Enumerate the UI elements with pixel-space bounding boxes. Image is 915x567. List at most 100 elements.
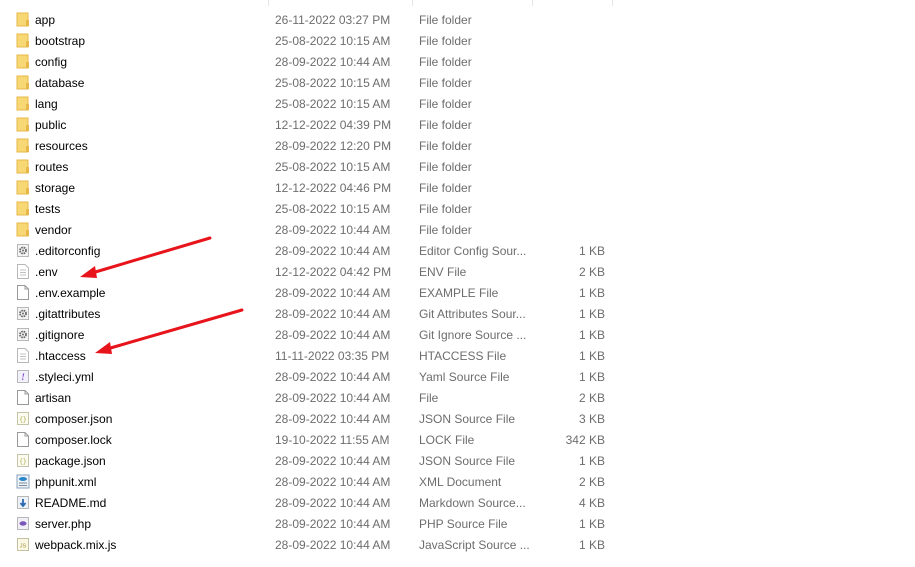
file-date-modified: 25-08-2022 10:15 AM — [275, 34, 391, 48]
file-row[interactable]: vendor 28-09-2022 10:44 AM File folder — [0, 219, 612, 240]
file-type: Editor Config Sour... — [419, 244, 527, 258]
file-row[interactable]: .env 12-12-2022 04:42 PM ENV File 2 KB — [0, 261, 612, 282]
file-row[interactable]: tests 25-08-2022 10:15 AM File folder — [0, 198, 612, 219]
column-divider-size[interactable] — [532, 0, 533, 6]
folder-icon — [16, 117, 30, 132]
file-type: JavaScript Source ... — [419, 538, 530, 552]
file-date-modified: 28-09-2022 10:44 AM — [275, 370, 391, 384]
file-date-modified: 28-09-2022 10:44 AM — [275, 517, 391, 531]
file-date-modified: 25-08-2022 10:15 AM — [275, 160, 391, 174]
file-size: 2 KB — [578, 475, 605, 489]
file-date-modified: 28-09-2022 10:44 AM — [275, 55, 391, 69]
file-row[interactable]: server.php 28-09-2022 10:44 AM PHP Source … — [0, 513, 612, 534]
file-row[interactable]: routes 25-08-2022 10:15 AM File folder — [0, 156, 612, 177]
file-row[interactable]: .htaccess 11-11-2022 03:35 PM HTACCESS Fil… — [0, 345, 612, 366]
file-name: .editorconfig — [35, 244, 101, 258]
xml-file-icon — [16, 474, 30, 489]
folder-icon — [16, 54, 30, 69]
file-row[interactable]: composer.lock 19-10-2022 11:55 AM LOCK Fil… — [0, 429, 612, 450]
file-type: File folder — [419, 223, 472, 237]
folder-icon — [16, 138, 30, 153]
file-type: File folder — [419, 181, 472, 195]
column-divider-date[interactable] — [268, 0, 269, 6]
file-size: 2 KB — [578, 265, 605, 279]
column-divider-type[interactable] — [412, 0, 413, 6]
file-size: 1 KB — [578, 286, 605, 300]
file-row[interactable]: config 28-09-2022 10:44 AM File folder — [0, 51, 612, 72]
file-date-modified: 28-09-2022 10:44 AM — [275, 244, 391, 258]
file-date-modified: 28-09-2022 10:44 AM — [275, 286, 391, 300]
file-type: File folder — [419, 139, 472, 153]
file-name: public — [35, 118, 67, 132]
file-name: composer.lock — [35, 433, 112, 447]
file-name: resources — [35, 139, 88, 153]
file-type: JSON Source File — [419, 412, 516, 426]
file-row[interactable]: lang 25-08-2022 10:15 AM File folder — [0, 93, 612, 114]
file-name: .gitignore — [35, 328, 85, 342]
file-type: File folder — [419, 55, 472, 69]
gear-file-icon — [16, 306, 30, 321]
file-type: File folder — [419, 202, 472, 216]
file-type: File folder — [419, 160, 472, 174]
file-type: LOCK File — [419, 433, 475, 447]
file-date-modified: 12-12-2022 04:39 PM — [275, 118, 392, 132]
file-name: .htaccess — [35, 349, 86, 363]
file-name: phpunit.xml — [35, 475, 97, 489]
file-row[interactable]: .gitattributes 28-09-2022 10:44 AM Git Att… — [0, 303, 612, 324]
file-type: PHP Source File — [419, 517, 508, 531]
file-name: storage — [35, 181, 76, 195]
file-date-modified: 28-09-2022 10:44 AM — [275, 307, 391, 321]
blank-file-icon — [16, 432, 30, 447]
file-date-modified: 12-12-2022 04:42 PM — [275, 265, 392, 279]
markdown-file-icon — [16, 495, 30, 510]
file-size: 2 KB — [578, 391, 605, 405]
file-size: 1 KB — [578, 370, 605, 384]
file-size: 342 KB — [565, 433, 605, 447]
file-row[interactable]: {} composer.json 28-09-2022 10:44 AM JSON S… — [0, 408, 612, 429]
file-date-modified: 28-09-2022 10:44 AM — [275, 454, 391, 468]
file-row[interactable]: .editorconfig 28-09-2022 10:44 AM Editor C… — [0, 240, 612, 261]
file-row[interactable]: .gitignore 28-09-2022 10:44 AM Git Ignore … — [0, 324, 612, 345]
file-row[interactable]: artisan 28-09-2022 10:44 AM File 2 KB — [0, 387, 612, 408]
column-divider-end[interactable] — [612, 0, 613, 6]
file-name: lang — [35, 97, 58, 111]
file-name: .env.example — [35, 286, 106, 300]
file-date-modified: 28-09-2022 10:44 AM — [275, 391, 391, 405]
file-name: webpack.mix.js — [35, 538, 117, 552]
js-file-icon: JS — [16, 537, 30, 552]
file-date-modified: 25-08-2022 10:15 AM — [275, 202, 391, 216]
file-row[interactable]: storage 12-12-2022 04:46 PM File folder — [0, 177, 612, 198]
file-row[interactable]: JS webpack.mix.js 28-09-2022 10:44 AM JavaS… — [0, 534, 612, 555]
file-size: 1 KB — [578, 517, 605, 531]
file-row[interactable]: {} package.json 28-09-2022 10:44 AM JSON So… — [0, 450, 612, 471]
file-date-modified: 28-09-2022 10:44 AM — [275, 223, 391, 237]
file-row[interactable]: README.md 28-09-2022 10:44 AM Markdown Sou… — [0, 492, 612, 513]
folder-icon — [16, 180, 30, 195]
gear-file-icon — [16, 243, 30, 258]
file-name: bootstrap — [35, 34, 86, 48]
file-date-modified: 26-11-2022 03:27 PM — [275, 13, 391, 27]
file-name: routes — [35, 160, 69, 174]
file-size: 3 KB — [578, 412, 605, 426]
gear-file-icon — [16, 327, 30, 342]
file-name: artisan — [35, 391, 72, 405]
file-row[interactable]: app 26-11-2022 03:27 PM File folder — [0, 9, 612, 30]
file-type: ENV File — [419, 265, 467, 279]
file-type: JSON Source File — [419, 454, 516, 468]
json-file-icon: {} — [16, 453, 30, 468]
file-row[interactable]: database 25-08-2022 10:15 AM File folder — [0, 72, 612, 93]
file-row[interactable]: bootstrap 25-08-2022 10:15 AM File folder — [0, 30, 612, 51]
file-date-modified: 28-09-2022 10:44 AM — [275, 475, 391, 489]
file-size: 4 KB — [578, 496, 605, 510]
file-date-modified: 19-10-2022 11:55 AM — [275, 433, 390, 447]
svg-text:!: ! — [21, 372, 25, 382]
file-row[interactable]: phpunit.xml 28-09-2022 10:44 AM XML Docume… — [0, 471, 612, 492]
file-row[interactable]: ! .styleci.yml 28-09-2022 10:44 AM Yaml Sou… — [0, 366, 612, 387]
file-date-modified: 12-12-2022 04:46 PM — [275, 181, 392, 195]
file-row[interactable]: public 12-12-2022 04:39 PM File folder — [0, 114, 612, 135]
file-row[interactable]: resources 28-09-2022 12:20 PM File folder — [0, 135, 612, 156]
php-file-icon — [16, 516, 30, 531]
file-date-modified: 28-09-2022 10:44 AM — [275, 538, 391, 552]
file-row[interactable]: .env.example 28-09-2022 10:44 AM EXAMPLE F… — [0, 282, 612, 303]
folder-icon — [16, 201, 30, 216]
